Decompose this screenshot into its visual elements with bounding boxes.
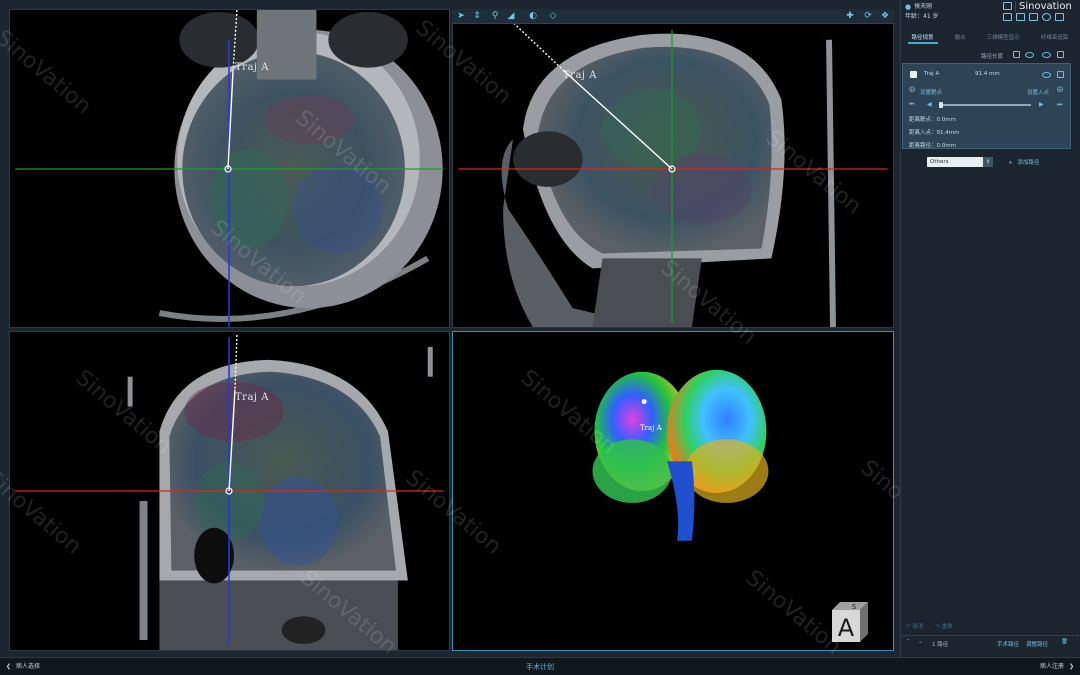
axial-image bbox=[15, 10, 444, 327]
path-length-header: 路径长度 bbox=[981, 54, 1004, 60]
measure-icon[interactable]: ◇ bbox=[546, 10, 560, 23]
show-all-icon[interactable] bbox=[1025, 52, 1034, 58]
pan-icon[interactable]: ⇕ bbox=[470, 10, 484, 23]
sagittal-viewport[interactable]: Traj A bbox=[452, 9, 894, 328]
sagittal-image bbox=[458, 14, 888, 327]
coronal-viewport[interactable]: Traj A bbox=[9, 331, 450, 651]
trajectory-slider[interactable] bbox=[939, 102, 1031, 108]
orientation-cube[interactable]: A S bbox=[828, 598, 872, 644]
fiber-tract-render bbox=[592, 369, 769, 541]
entry-crosshair-icon[interactable]: ⨁ bbox=[1057, 86, 1063, 93]
cube-top-label: S bbox=[851, 602, 856, 610]
jump-end-icon[interactable]: ⏭ bbox=[1057, 101, 1062, 109]
trajectory-type-value: Others bbox=[930, 159, 949, 165]
surgery-path-button[interactable]: 手术路径 bbox=[997, 640, 1019, 648]
distance-to-entry: 距离入点：91.4mm bbox=[909, 130, 960, 136]
adjust-path-button[interactable]: 调整路径 bbox=[1026, 640, 1048, 648]
add-path-label: 添加路径 bbox=[1017, 160, 1040, 166]
trajectory-name: Traj A bbox=[924, 71, 940, 77]
step-back-icon[interactable]: ◀ bbox=[927, 101, 932, 108]
chevron-up-icon[interactable]: ⌃ bbox=[906, 639, 911, 645]
trajectory-visibility-icon[interactable] bbox=[1042, 72, 1051, 78]
coronal-traj-label: Traj A bbox=[235, 392, 269, 403]
chevron-left-icon: ❮ bbox=[6, 663, 12, 670]
settings-icon[interactable] bbox=[1042, 13, 1051, 21]
distance-to-path: 距离路径：0.0mm bbox=[909, 143, 956, 149]
back-label: 病人选择 bbox=[15, 663, 40, 670]
trajectory-type-select[interactable]: Others ⇕ bbox=[927, 157, 993, 167]
bookmark-icon[interactable] bbox=[1003, 2, 1012, 12]
patient-name: 候天刚 bbox=[914, 3, 933, 10]
undo-button[interactable]: ↶ 撤消 bbox=[906, 624, 923, 630]
redo-button[interactable]: ↷ 重做 bbox=[935, 624, 952, 630]
folder-icon[interactable] bbox=[1016, 13, 1025, 21]
trajectory-card[interactable]: Traj A 91.4 mm ⨁ 设置靶点 设置入点 ⨁ ⏮ ◀ ▶ ⏭ 距离靶… bbox=[902, 63, 1071, 149]
current-step-label: 手术计划 bbox=[526, 663, 554, 671]
rotate-icon[interactable]: ⟳ bbox=[861, 10, 875, 23]
cube-front-label: A bbox=[838, 614, 855, 642]
report-icon[interactable] bbox=[1013, 51, 1020, 58]
chevron-down-icon: ⇕ bbox=[983, 157, 993, 167]
chevron-down-icon[interactable]: ⌄ bbox=[918, 639, 923, 645]
delete-icon[interactable]: 🗑 bbox=[1061, 639, 1068, 645]
tab-fusion[interactable]: 融合 bbox=[951, 32, 970, 44]
bottom-nav-bar: ❮ 病人选择 手术计划 病人注册 ❯ bbox=[0, 657, 1080, 675]
chevron-right-icon: ❯ bbox=[1068, 663, 1074, 670]
tab-3d-model[interactable]: 三维模型显示 bbox=[983, 32, 1024, 44]
zoom-icon[interactable]: ⚲ bbox=[488, 10, 502, 23]
contrast-icon[interactable]: ◐ bbox=[526, 10, 540, 23]
pointer-icon[interactable]: ➤ bbox=[454, 10, 468, 23]
tab-fiber-tracking[interactable]: 纤维束追踪 bbox=[1037, 32, 1073, 44]
set-entry-button[interactable]: 设置入点 bbox=[1027, 88, 1049, 96]
axial-viewport[interactable]: Traj A bbox=[9, 9, 450, 328]
header-icons bbox=[1003, 13, 1064, 21]
trajectory-slider-knob[interactable] bbox=[939, 102, 943, 108]
panel-tabs: 路径规意 融合 三维模型显示 纤维束追踪 bbox=[901, 32, 1079, 44]
lock-icon[interactable] bbox=[1057, 51, 1064, 58]
axial-traj-label: Traj A bbox=[235, 62, 269, 73]
add-path-button[interactable]: + 添加路径 bbox=[1008, 158, 1039, 166]
tab-path-planning[interactable]: 路径规意 bbox=[907, 32, 938, 44]
undo-redo-row: ↶ 撤消 ↷ 重做 bbox=[906, 622, 953, 630]
save-icon[interactable] bbox=[1003, 13, 1012, 21]
trajectory-length: 91.4 mm bbox=[975, 71, 1000, 77]
reset-icon[interactable]: ❖ bbox=[878, 10, 892, 23]
plus-icon: + bbox=[1008, 160, 1013, 166]
trajectory-checkbox[interactable] bbox=[910, 71, 917, 78]
coronal-image bbox=[15, 334, 444, 650]
window-level-icon[interactable]: ◢ bbox=[504, 10, 518, 23]
set-target-button[interactable]: 设置靶点 bbox=[920, 88, 942, 96]
sagittal-traj-label: Traj A bbox=[563, 70, 597, 81]
patient-age: 年龄：41 岁 bbox=[905, 13, 939, 20]
step-forward-icon[interactable]: ▶ bbox=[1039, 101, 1044, 108]
crosshair-icon[interactable]: ✚ bbox=[843, 10, 857, 23]
target-crosshair-icon[interactable]: ⨁ bbox=[909, 86, 915, 93]
panel-footer: ⌃ ⌄ 1 路径 手术路径 调整路径 🗑 bbox=[901, 635, 1079, 650]
trajectory-list-header: 路径长度 bbox=[901, 49, 1079, 61]
export-icon[interactable] bbox=[1055, 13, 1064, 21]
next-label: 病人注册 bbox=[1040, 663, 1065, 670]
next-button[interactable]: 病人注册 ❯ bbox=[1040, 658, 1074, 675]
distance-to-target: 距离靶点：0.0mm bbox=[909, 117, 956, 123]
brand-logo: Sinovation bbox=[1015, 1, 1075, 12]
back-button[interactable]: ❮ 病人选择 bbox=[6, 658, 40, 675]
patient-info: ● 候天刚 年龄：41 岁 bbox=[905, 2, 939, 22]
visibility-icon[interactable] bbox=[1042, 52, 1051, 58]
trajectory-lock-icon[interactable] bbox=[1057, 71, 1064, 78]
jump-start-icon[interactable]: ⏮ bbox=[909, 101, 914, 109]
viewer-toolbar: ➤ ⇕ ⚲ ◢ ◐ ◇ ✚ ⟳ ❖ bbox=[452, 9, 894, 24]
3d-traj-label: Traj A bbox=[640, 424, 662, 432]
screenshot-icon[interactable] bbox=[1029, 13, 1038, 21]
path-count: 1 路径 bbox=[932, 642, 949, 648]
user-icon: ● bbox=[905, 3, 912, 11]
